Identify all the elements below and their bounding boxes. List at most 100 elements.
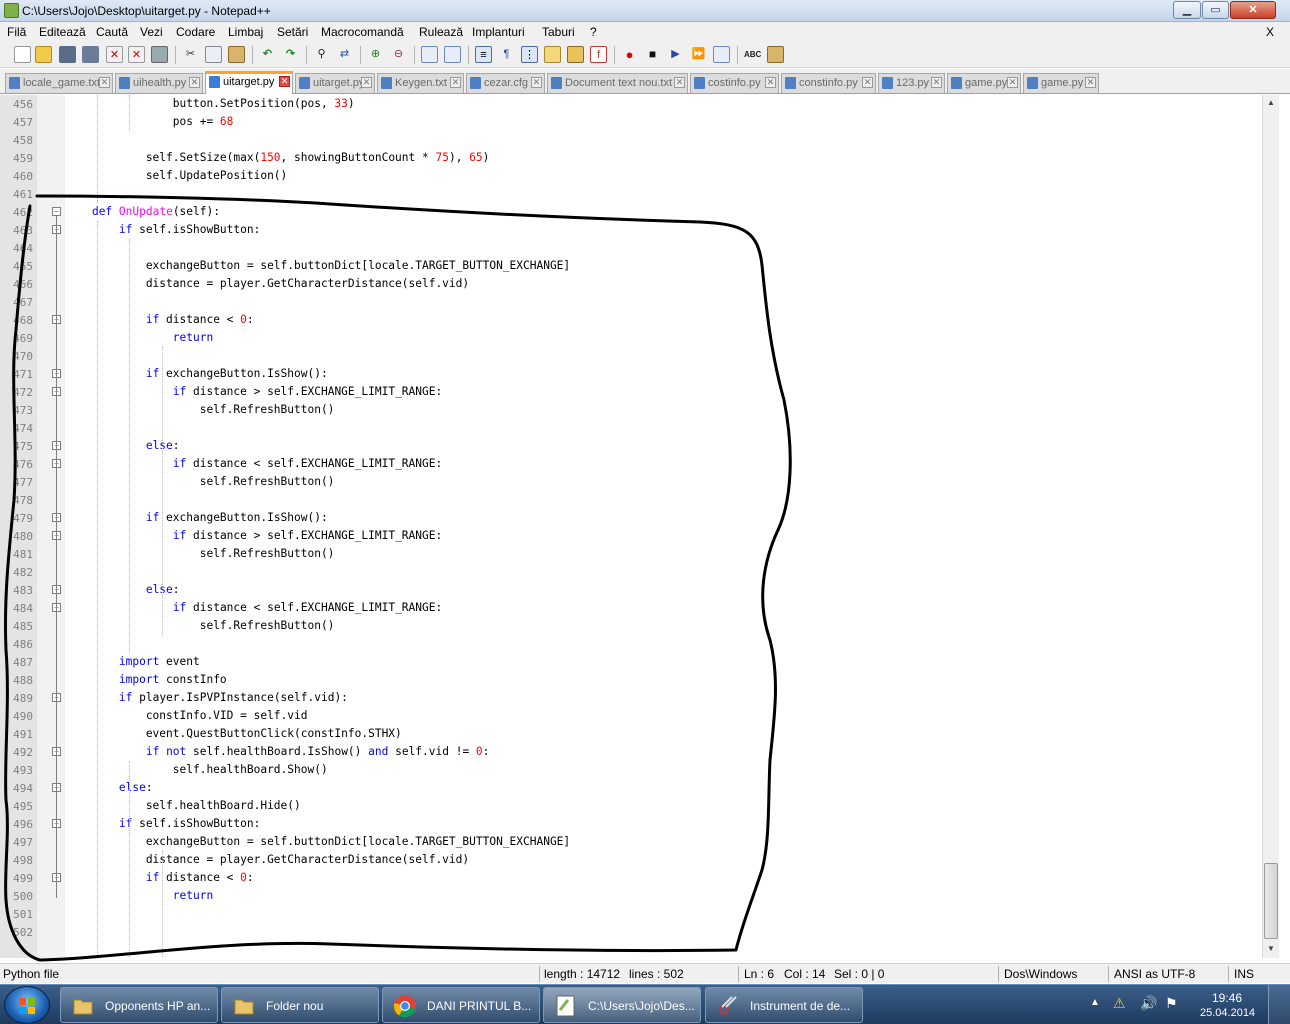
redo-icon[interactable]: ↷ [282,46,299,63]
menu-macro[interactable]: Macrocomandă [321,25,404,39]
menu-file[interactable]: Filă [7,25,26,39]
tab-keygen-txt[interactable]: Keygen.txt ✕ [377,73,464,93]
sync-h-icon[interactable] [444,46,461,63]
tab-close-icon[interactable]: ✕ [189,77,200,88]
menu-settings[interactable]: Setări [277,25,308,39]
code-line[interactable]: 489− if player.IsPVPInstance(self.vid): [0,689,1262,707]
code-line[interactable]: 493 self.healthBoard.Show() [0,761,1262,779]
code-line[interactable]: 461 [0,185,1262,203]
close-window-button[interactable]: ✕ [1230,1,1276,19]
close-document-button[interactable]: X [1266,25,1274,39]
code-line[interactable]: 475− else: [0,437,1262,455]
code-line[interactable]: 465 exchangeButton = self.buttonDict[loc… [0,257,1262,275]
menu-help[interactable]: ? [590,25,597,39]
menu-view[interactable]: Vezi [140,25,163,39]
minimize-button[interactable]: ▁ [1173,1,1201,19]
code-line[interactable]: 466 distance = player.GetCharacterDistan… [0,275,1262,293]
code-line[interactable]: 496− if self.isShowButton: [0,815,1262,833]
code-line[interactable]: 471− if exchangeButton.IsShow(): [0,365,1262,383]
tab-uitarget-py[interactable]: uitarget.py ✕ [295,73,375,93]
code-line[interactable]: 486 [0,635,1262,653]
sync-v-icon[interactable] [421,46,438,63]
show-hidden-icons-icon[interactable]: ▲ [1090,997,1100,1008]
code-line[interactable]: 460 self.UpdatePosition() [0,167,1262,185]
code-line[interactable]: 474 [0,419,1262,437]
code-line[interactable]: 479− if exchangeButton.IsShow(): [0,509,1262,527]
notepadpp-app-icon[interactable] [4,3,19,18]
undo-icon[interactable]: ↶ [259,46,276,63]
code-line[interactable]: 463− if self.isShowButton: [0,221,1262,239]
function-list-icon[interactable]: f [590,46,607,63]
save-all-icon[interactable] [82,46,99,63]
code-line[interactable]: 497 exchangeButton = self.buttonDict[loc… [0,833,1262,851]
taskbar-item-notepadpp[interactable]: C:\Users\Jojo\Des... [543,987,701,1023]
menu-tabs[interactable]: Taburi [542,25,575,39]
code-line[interactable]: 476− if distance < self.EXCHANGE_LIMIT_R… [0,455,1262,473]
taskbar-item-opponents[interactable]: Opponents HP an... [60,987,218,1023]
code-line[interactable]: 494− else: [0,779,1262,797]
zoom-in-icon[interactable]: ⊕ [367,46,384,63]
code-line[interactable]: 459 self.SetSize(max(150, showingButtonC… [0,149,1262,167]
code-line[interactable]: 487 import event [0,653,1262,671]
code-line[interactable]: 481 self.RefreshButton() [0,545,1262,563]
spellcheck-icon[interactable]: ABC [744,46,761,63]
taskbar-item-folder-nou[interactable]: Folder nou [221,987,379,1023]
menu-plugins[interactable]: Implanturi [472,25,525,39]
menu-search[interactable]: Caută [96,25,128,39]
zoom-out-icon[interactable]: ⊖ [390,46,407,63]
save-icon[interactable] [59,46,76,63]
code-line[interactable]: 500 return [0,887,1262,905]
tab-game-py[interactable]: game.py ✕ [947,73,1021,93]
start-button[interactable] [4,986,50,1024]
code-line[interactable]: 478 [0,491,1262,509]
code-line[interactable]: 473 self.RefreshButton() [0,401,1262,419]
find-icon[interactable]: ⚲ [313,46,330,63]
code-line[interactable]: 483− else: [0,581,1262,599]
code-line[interactable]: 467 [0,293,1262,311]
play-multi-icon[interactable]: ⏩ [690,46,707,63]
record-icon[interactable]: ● [621,46,638,63]
code-line[interactable]: 484− if distance < self.EXCHANGE_LIMIT_R… [0,599,1262,617]
tab-close-icon[interactable]: ✕ [361,77,372,88]
close-all-icon[interactable]: ✕ [128,46,145,63]
menu-language[interactable]: Limbaj [228,25,263,39]
code-line[interactable]: 492− if not self.healthBoard.IsShow() an… [0,743,1262,761]
tab-close-icon[interactable]: ✕ [531,77,542,88]
action-center-icon[interactable]: ⚑ [1165,995,1178,1012]
close-icon[interactable]: ✕ [106,46,123,63]
maximize-button[interactable]: ▭ [1202,1,1229,19]
fold-toggle-icon[interactable]: − [52,207,61,216]
clock-date[interactable]: 25.04.2014 [1200,1007,1255,1019]
menu-run[interactable]: Rulează [419,25,463,39]
tab-uihealth-py[interactable]: uihealth.py ✕ [115,73,203,93]
plugin-icon[interactable] [767,46,784,63]
code-line[interactable]: 472− if distance > self.EXCHANGE_LIMIT_R… [0,383,1262,401]
tab-locale-game-txt[interactable]: locale_game.txt ✕ [5,73,113,93]
code-line[interactable]: 477 self.RefreshButton() [0,473,1262,491]
clock-time[interactable]: 19:46 [1212,991,1242,1005]
code-line[interactable]: 462 − def OnUpdate(self): [0,203,1262,221]
code-line[interactable]: 469 return [0,329,1262,347]
tab-close-icon[interactable]: ✕ [1007,77,1018,88]
tab-close-icon[interactable]: ✕ [1085,77,1096,88]
vertical-scrollbar[interactable]: ▲ ▼ [1262,95,1279,958]
tab-close-icon[interactable]: ✕ [674,77,685,88]
tab-uitarget-py[interactable]: uitarget.py ✕ [205,71,293,94]
tab-document-text-nou-txt[interactable]: Document text nou.txt ✕ [547,73,688,93]
code-line[interactable]: 499− if distance < 0: [0,869,1262,887]
play-icon[interactable]: ▶ [667,46,684,63]
code-line[interactable]: 482 [0,563,1262,581]
stop-icon[interactable]: ■ [644,46,661,63]
code-line[interactable]: 485 self.RefreshButton() [0,617,1262,635]
show-desktop-button[interactable] [1268,985,1290,1024]
scroll-up-icon[interactable]: ▲ [1263,95,1279,111]
new-icon[interactable] [14,46,31,63]
code-line[interactable]: 456 button.SetPosition(pos, 33) [0,95,1262,113]
cut-icon[interactable]: ✂ [182,46,199,63]
indent-guide-icon[interactable]: ⋮ [521,46,538,63]
code-line[interactable]: 501 [0,905,1262,923]
all-chars-icon[interactable]: ¶ [498,46,515,63]
tab-cezar-cfg[interactable]: cezar.cfg ✕ [466,73,545,93]
scroll-down-icon[interactable]: ▼ [1263,941,1279,957]
tab-close-icon[interactable]: ✕ [450,77,461,88]
